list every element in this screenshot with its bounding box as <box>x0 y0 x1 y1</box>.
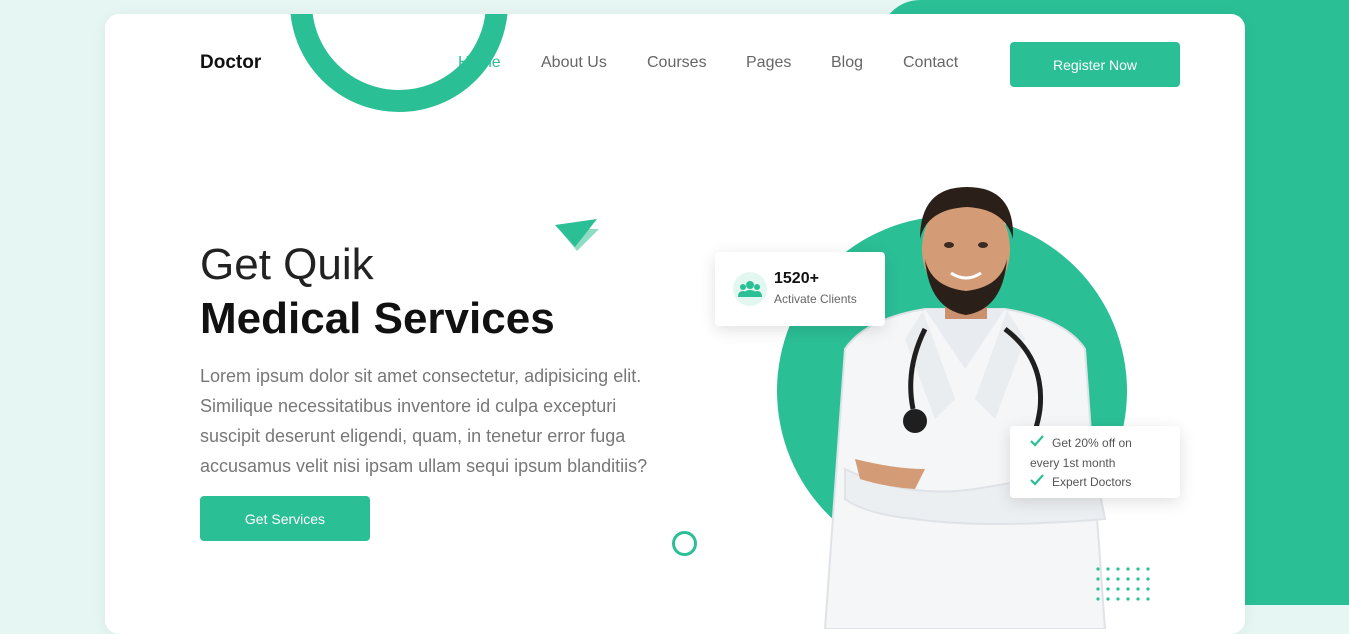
offer-line-3: Expert Doctors <box>1052 475 1132 489</box>
stat-value: 1520+ <box>774 270 819 287</box>
nav-contact[interactable]: Contact <box>903 54 958 72</box>
nav-pages[interactable]: Pages <box>746 54 791 72</box>
nav-about-us[interactable]: About Us <box>541 54 607 72</box>
register-button[interactable]: Register Now <box>1010 42 1180 87</box>
offer-card: Get 20% off on every 1st month Expert Do… <box>1010 426 1180 498</box>
paper-plane-icon <box>555 219 599 251</box>
get-services-button[interactable]: Get Services <box>200 496 370 541</box>
check-icon <box>1030 435 1044 447</box>
doctor-image <box>823 187 1107 629</box>
nav-blog[interactable]: Blog <box>831 54 863 72</box>
hero-title-line1: Get Quik <box>200 240 374 289</box>
logo[interactable]: Doctor <box>200 52 261 74</box>
hero-description: Lorem ipsum dolor sit amet consectetur, … <box>200 366 648 476</box>
offer-line-2: every 1st month <box>1030 456 1116 470</box>
offer-line-1: Get 20% off on <box>1052 436 1132 450</box>
nav-courses[interactable]: Courses <box>647 54 707 72</box>
stat-card: 1520+ Activate Clients <box>715 252 885 326</box>
decorative-small-ring <box>672 531 697 556</box>
decorative-dots <box>1096 567 1150 601</box>
check-icon <box>1030 474 1044 486</box>
page-card: Doctor Home About Us Courses Pages Blog … <box>105 14 1245 634</box>
users-icon <box>733 272 767 306</box>
hero-title-line2: Medical Services <box>200 294 555 343</box>
nav-home[interactable]: Home <box>458 54 501 72</box>
stat-label: Activate Clients <box>774 292 857 306</box>
